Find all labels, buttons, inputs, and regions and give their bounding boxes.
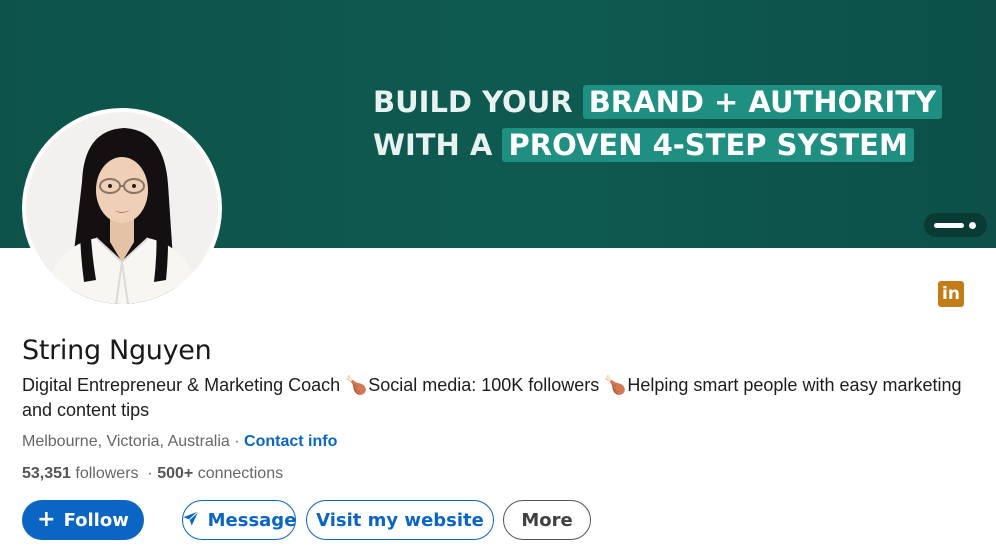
- headline-text: Social media: 100K followers: [368, 375, 600, 395]
- profile-stats: 53,351 followers · 500+ connections: [22, 465, 283, 483]
- visit-website-label: Visit my website: [316, 509, 484, 531]
- profile-location: Melbourne, Victoria, Australia: [22, 433, 230, 450]
- visit-website-button[interactable]: Visit my website: [306, 500, 494, 540]
- banner-carousel-indicator[interactable]: [924, 213, 987, 237]
- linkedin-badge-text: in: [942, 284, 960, 304]
- connections-label[interactable]: connections: [198, 465, 283, 482]
- avatar-photo: [26, 112, 218, 304]
- follow-button-label: Follow: [63, 509, 129, 531]
- linkedin-icon[interactable]: in: [938, 281, 964, 307]
- profile-name: String Nguyen: [22, 335, 212, 366]
- banner-headline-line-1: BUILD YOUR BRAND + AUTHORITY: [373, 84, 943, 120]
- contact-info-link[interactable]: Contact info: [244, 433, 337, 450]
- banner-text: BUILD YOUR: [373, 85, 573, 119]
- carousel-active-indicator: [934, 223, 964, 228]
- drumstick-icon: 🍗: [604, 375, 627, 395]
- banner-text: WITH A: [373, 128, 493, 162]
- drumstick-icon: 🍗: [345, 375, 368, 395]
- profile-headline: Digital Entrepreneur & Marketing Coach 🍗…: [22, 373, 962, 423]
- banner-highlight: PROVEN 4-STEP SYSTEM: [502, 128, 914, 162]
- message-button-label: Message: [207, 509, 297, 531]
- followers-count[interactable]: 53,351: [22, 465, 71, 482]
- plus-icon: +: [37, 507, 56, 532]
- more-button[interactable]: More: [503, 500, 591, 540]
- carousel-dot[interactable]: [969, 222, 976, 229]
- banner-highlight: BRAND + AUTHORITY: [582, 85, 943, 119]
- profile-location-row: Melbourne, Victoria, Australia · Contact…: [22, 433, 337, 451]
- connections-count[interactable]: 500+: [157, 465, 193, 482]
- separator: ·: [234, 433, 240, 450]
- headline-text: Digital Entrepreneur & Marketing Coach: [22, 375, 341, 395]
- more-button-label: More: [521, 509, 573, 531]
- followers-label[interactable]: followers: [75, 465, 138, 482]
- follow-button[interactable]: + Follow: [22, 500, 144, 540]
- banner-headline-line-2: WITH A PROVEN 4-STEP SYSTEM: [373, 127, 914, 163]
- message-button[interactable]: Message: [182, 500, 296, 540]
- separator: ·: [147, 465, 153, 482]
- paper-plane-icon: [182, 509, 200, 532]
- profile-avatar[interactable]: [22, 108, 222, 308]
